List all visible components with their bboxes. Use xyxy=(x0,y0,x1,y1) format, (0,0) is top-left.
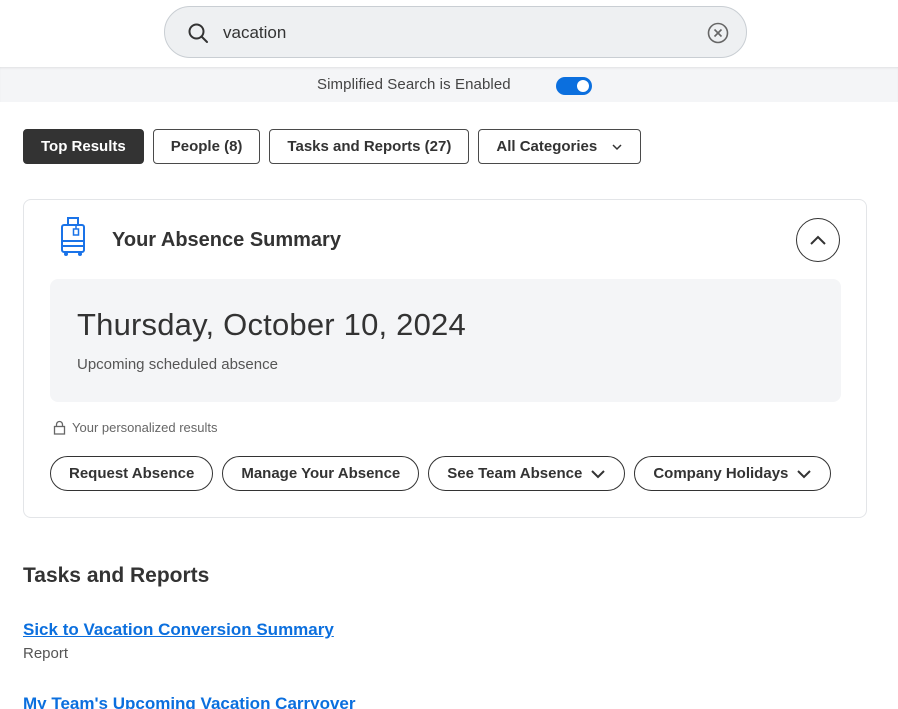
absence-date-panel: Thursday, October 10, 2024 Upcoming sche… xyxy=(50,279,841,402)
chevron-down-icon xyxy=(612,143,622,150)
lock-icon xyxy=(53,420,66,435)
filter-label: All Categories xyxy=(496,138,598,155)
personalized-note: Your personalized results xyxy=(53,420,218,435)
button-label: Company Holidays xyxy=(653,465,789,482)
clear-search-icon[interactable] xyxy=(706,21,730,45)
simplified-search-label: Simplified Search is Enabled xyxy=(317,76,511,93)
request-absence-button[interactable]: Request Absence xyxy=(50,456,214,491)
button-label: Request Absence xyxy=(69,465,195,482)
search-icon xyxy=(188,23,208,43)
simplified-search-bar: Simplified Search is Enabled xyxy=(0,67,898,102)
filter-top-results[interactable]: Top Results xyxy=(23,129,144,164)
result-item: My Team's Upcoming Vacation Carryover xyxy=(23,694,356,709)
top-bar xyxy=(0,0,898,67)
filter-people[interactable]: People (8) xyxy=(152,129,261,164)
chevron-down-icon xyxy=(797,469,812,478)
search-bar[interactable] xyxy=(164,6,747,58)
search-input[interactable] xyxy=(223,19,683,47)
absence-actions: Request Absence Manage Your Absence See … xyxy=(50,456,832,491)
personalized-note-text: Your personalized results xyxy=(72,420,218,435)
collapse-button[interactable] xyxy=(796,218,840,262)
chevron-up-icon xyxy=(810,235,826,245)
filter-tasks-and-reports[interactable]: Tasks and Reports (27) xyxy=(269,129,470,164)
result-type: Report xyxy=(23,645,69,662)
result-link[interactable]: My Team's Upcoming Vacation Carryover xyxy=(23,694,356,709)
button-label: Manage Your Absence xyxy=(241,465,401,482)
filter-all-categories-dropdown[interactable]: All Categories xyxy=(478,129,642,164)
absence-date-caption: Upcoming scheduled absence xyxy=(77,356,278,373)
filter-chips: Top Results People (8) Tasks and Reports… xyxy=(23,129,642,164)
card-title: Your Absence Summary xyxy=(112,229,341,251)
chevron-down-icon xyxy=(591,469,606,478)
tasks-and-reports-heading: Tasks and Reports xyxy=(23,564,210,587)
button-label: See Team Absence xyxy=(447,465,583,482)
filter-label: Tasks and Reports (27) xyxy=(287,138,452,155)
result-item: Sick to Vacation Conversion Summary Repo… xyxy=(23,620,334,662)
see-team-absence-dropdown[interactable]: See Team Absence xyxy=(428,456,626,491)
result-link[interactable]: Sick to Vacation Conversion Summary xyxy=(23,620,334,639)
filter-label: Top Results xyxy=(41,138,126,155)
absence-summary-card: Your Absence Summary Thursday, October 1… xyxy=(23,199,867,518)
manage-your-absence-button[interactable]: Manage Your Absence xyxy=(222,456,420,491)
toggle-knob xyxy=(577,80,589,92)
absence-date: Thursday, October 10, 2024 xyxy=(77,307,466,342)
suitcase-icon xyxy=(61,217,85,256)
company-holidays-dropdown[interactable]: Company Holidays xyxy=(634,456,832,491)
filter-label: People (8) xyxy=(170,138,243,155)
simplified-search-toggle[interactable] xyxy=(556,77,592,95)
